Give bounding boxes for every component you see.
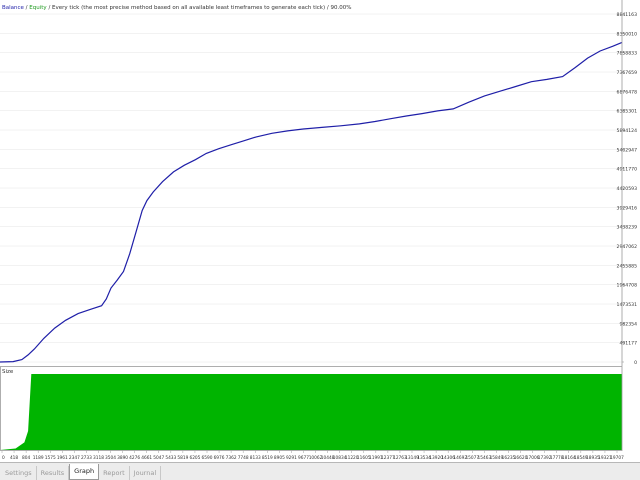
x-tick-label: 6205: [189, 455, 200, 461]
size-label: Size: [2, 369, 14, 375]
y-tick-label: 8841163: [617, 12, 638, 18]
chart-legend: Balance / Equity / Every tick (the most …: [2, 5, 351, 11]
x-tick-label: 4661: [141, 455, 152, 461]
x-tick-label: 5819: [177, 455, 188, 461]
x-tick-label: 9291: [286, 455, 297, 461]
x-tick-label: 5047: [153, 455, 164, 461]
size-area: [0, 374, 622, 450]
balance-line: [0, 41, 623, 363]
y-tick-label: 2947062: [617, 244, 638, 250]
tab-settings[interactable]: Settings: [1, 466, 37, 480]
x-tick-label: 1189: [33, 455, 44, 461]
x-tick-label: 2347: [69, 455, 80, 461]
x-tick-label: 1961: [57, 455, 68, 461]
x-tick-label: 418: [10, 455, 18, 461]
y-tick-label: 5894124: [617, 128, 638, 134]
legend-balance: Balance: [2, 5, 25, 11]
x-tick-label: 8133: [250, 455, 261, 461]
legend-description: / Every tick (the most precise method ba…: [47, 5, 352, 11]
tab-results[interactable]: Results: [37, 466, 70, 480]
x-tick-label: 9677: [298, 455, 309, 461]
y-tick-label: 2455885: [617, 263, 638, 269]
chart-grid: [0, 13, 622, 363]
y-tick-label: 1964708: [617, 283, 638, 289]
tester-tab-bar: Settings Results Graph Report Journal: [0, 462, 640, 480]
x-tick-label: 1575: [45, 455, 56, 461]
y-tick-label: 8350010: [617, 31, 638, 37]
x-tick-label: 6590: [202, 455, 213, 461]
x-tick-label: 7748: [238, 455, 249, 461]
x-tick-label: 7362: [226, 455, 237, 461]
y-tick-label: 7858833: [617, 51, 638, 57]
x-tick-label: 4276: [129, 455, 140, 461]
y-tick-label: 3929416: [617, 205, 638, 211]
x-tick-label: 19707: [610, 455, 624, 461]
y-tick-label: 4911770: [617, 167, 638, 173]
y-axis-ticks: 8841163 8350010 7858833 7367659 6876478 63853…: [617, 12, 638, 366]
y-tick-label: 7367659: [617, 70, 638, 76]
y-tick-label: 3438239: [617, 225, 638, 231]
x-tick-label: 0: [2, 455, 5, 461]
x-tick-label: 5433: [165, 455, 176, 461]
legend-equity: Equity: [29, 5, 47, 11]
y-tick-label: 6876478: [617, 89, 638, 95]
y-tick-label: 4420593: [617, 186, 638, 192]
x-tick-label: 3890: [117, 455, 128, 461]
x-tick-label: 8905: [274, 455, 285, 461]
y-tick-label: 5402947: [617, 147, 638, 153]
y-tick-label: 6385301: [617, 109, 638, 115]
tab-graph[interactable]: Graph: [69, 464, 100, 480]
x-tick-label: 8519: [262, 455, 273, 461]
x-tick-label: 3118: [93, 455, 104, 461]
x-tick-label: 2733: [81, 455, 92, 461]
x-tick-label: 3504: [105, 455, 116, 461]
y-tick-label: 1473531: [617, 302, 638, 308]
tab-journal[interactable]: Journal: [130, 466, 162, 480]
tab-report[interactable]: Report: [99, 466, 130, 480]
x-tick-label: 6976: [214, 455, 225, 461]
size-chart: 0 418 804 1189 1575 1961 2347 2733 3118 3504 3890 4…: [0, 366, 624, 462]
x-tick-label: 804: [22, 455, 30, 461]
balance-equity-chart: 8841163 8350010 7858833 7367659 6876478 63853…: [0, 0, 638, 366]
